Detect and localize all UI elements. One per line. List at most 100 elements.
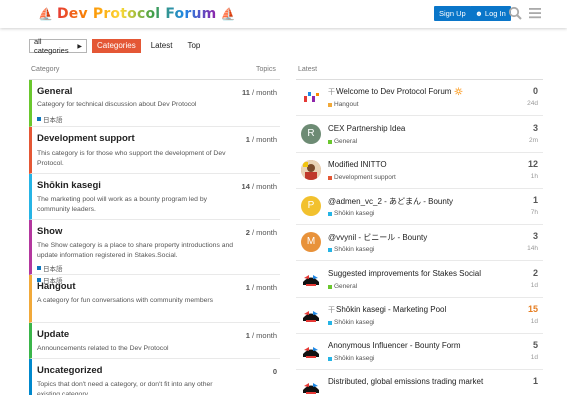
category-topic-count: 1 / month xyxy=(246,135,277,144)
topic-title[interactable]: Anonymous Influencer - Bounty Form xyxy=(328,341,508,350)
tab-top[interactable]: Top xyxy=(182,39,205,53)
topic-category[interactable]: Shōkin kasegi xyxy=(328,246,374,253)
category-row[interactable]: Hangout 1 / month A category for fun conve… xyxy=(29,275,280,323)
user-avatar[interactable] xyxy=(301,305,321,325)
topic-category[interactable]: Hangout xyxy=(328,101,359,108)
tab-categories[interactable]: Categories xyxy=(92,39,141,53)
topic-title[interactable]: Distributed, global emissions trading ma… xyxy=(328,377,508,386)
topic-title[interactable]: @admen_vc_2 - あどまん - Bounty xyxy=(328,196,508,207)
category-name[interactable]: Show xyxy=(37,226,62,237)
subcategory-tag[interactable]: 日本語 xyxy=(37,263,63,273)
tab-latest[interactable]: Latest xyxy=(146,39,178,53)
reply-count[interactable]: 5 xyxy=(533,340,538,350)
reply-count[interactable]: 12 xyxy=(528,159,538,169)
topic-row[interactable]: P @admen_vc_2 - あどまん - Bounty Shōkin kaseg… xyxy=(296,189,543,225)
user-avatar[interactable]: M xyxy=(301,232,321,252)
category-color-square xyxy=(328,211,332,216)
category-name[interactable]: Update xyxy=(37,329,69,340)
last-activity-age[interactable]: 1d xyxy=(531,318,538,325)
topic-title-text: Anonymous Influencer - Bounty Form xyxy=(328,341,461,350)
topic-count-unit: / month xyxy=(251,88,277,97)
category-description: This category is for those who support t… xyxy=(37,150,226,167)
reply-count[interactable]: 1 xyxy=(533,195,538,205)
user-avatar[interactable] xyxy=(301,341,321,361)
category-row[interactable]: Update 1 / month Announcements related to … xyxy=(29,323,280,359)
user-avatar[interactable] xyxy=(301,87,321,107)
category-color-square xyxy=(37,278,41,282)
topic-title[interactable]: CEX Partnership Idea xyxy=(328,124,508,133)
last-activity-age[interactable]: 7h xyxy=(531,209,538,216)
reply-count[interactable]: 2 xyxy=(533,268,538,278)
user-avatar[interactable] xyxy=(301,269,321,289)
last-activity-age[interactable]: 1h xyxy=(531,173,538,180)
latest-column-header: Latest xyxy=(298,66,318,73)
topic-row[interactable]: Anonymous Influencer - Bounty Form Shōkin… xyxy=(296,334,543,370)
category-name[interactable]: Development support xyxy=(37,133,135,144)
topic-category[interactable]: General xyxy=(328,138,357,145)
topic-row[interactable]: 干Welcome to Dev Protocol Forum 🔅 Hangout 0… xyxy=(296,80,543,116)
category-row[interactable]: General 11 / month Category for technical … xyxy=(29,80,280,127)
reply-count[interactable]: 0 xyxy=(533,86,538,96)
subcategory-tag[interactable]: 日本語 xyxy=(37,114,63,124)
topic-category[interactable]: Development support xyxy=(328,174,396,181)
user-avatar[interactable] xyxy=(301,377,321,395)
last-activity-age[interactable]: 1d xyxy=(531,282,538,289)
site-logo[interactable]: ⛵ Dev Protocol Forum ⛵ xyxy=(38,4,235,24)
category-topic-count: 0 xyxy=(273,367,277,376)
topic-row[interactable]: 干Shōkin kasegi - Marketing Pool Shōkin ka… xyxy=(296,298,543,334)
topic-row[interactable]: Distributed, global emissions trading ma… xyxy=(296,370,543,395)
caret-right-icon: ▶ xyxy=(77,43,82,50)
topic-row[interactable]: M @vvynil - ビニール - Bounty Shōkin kasegi 3 14… xyxy=(296,225,543,261)
topic-category[interactable]: Shōkin kasegi xyxy=(328,210,374,217)
subcategory-tag[interactable]: 日本語 xyxy=(37,275,63,285)
user-avatar[interactable]: R xyxy=(301,124,321,144)
category-color-square xyxy=(328,356,332,361)
last-activity-age[interactable]: 2m xyxy=(529,137,538,144)
topic-category-label: Shōkin kasegi xyxy=(334,210,375,217)
topic-category[interactable]: Shōkin kasegi xyxy=(328,355,374,362)
topic-title[interactable]: Suggested improvements for Stakes Social xyxy=(328,269,508,278)
topic-category[interactable]: Shōkin kasegi xyxy=(328,319,374,326)
last-activity-age[interactable]: 14h xyxy=(527,245,538,252)
category-dropdown[interactable]: all categories ▶ xyxy=(29,37,87,55)
category-row[interactable]: Shōkin kasegi 14 / month The marketing poo… xyxy=(29,174,280,220)
category-description: Category for technical discussion about … xyxy=(37,101,197,108)
site-header: ⛵ Dev Protocol Forum ⛵ Sign Up ☻ Log In xyxy=(0,0,567,28)
topic-title[interactable]: Modified INITTO xyxy=(328,160,508,169)
topic-row[interactable]: R CEX Partnership Idea General 3 2m xyxy=(296,117,543,153)
user-avatar[interactable] xyxy=(301,160,321,180)
category-description: The Show category is a place to share pr… xyxy=(37,242,234,259)
category-row[interactable]: Development support 1 / month This categor… xyxy=(29,127,280,174)
user-avatar[interactable]: P xyxy=(301,196,321,216)
log-in-button[interactable]: ☻ Log In xyxy=(470,6,511,21)
topic-title-text: Modified INITTO xyxy=(328,160,387,169)
category-dropdown-label: all categories xyxy=(34,37,69,55)
topic-title[interactable]: @vvynil - ビニール - Bounty xyxy=(328,232,508,243)
category-name[interactable]: General xyxy=(37,86,72,97)
reply-count[interactable]: 3 xyxy=(533,123,538,133)
last-activity-age[interactable]: 24d xyxy=(527,100,538,107)
hamburger-menu-icon[interactable] xyxy=(528,6,542,20)
category-color-square xyxy=(328,175,332,180)
last-activity-age[interactable]: 1d xyxy=(531,354,538,361)
category-name[interactable]: Uncategorized xyxy=(37,365,102,376)
sun-icon: 🔅 xyxy=(453,87,464,96)
reply-count[interactable]: 3 xyxy=(533,231,538,241)
reply-count[interactable]: 15 xyxy=(528,304,538,314)
topic-row[interactable]: Modified INITTO Development support 12 1h xyxy=(296,153,543,189)
category-name[interactable]: Shōkin kasegi xyxy=(37,180,101,191)
category-description: The marketing pool will work as a bounty… xyxy=(37,196,208,213)
topic-count-value: 11 xyxy=(241,88,250,97)
topic-category-label: Development support xyxy=(334,174,396,181)
search-icon[interactable] xyxy=(508,6,522,20)
category-description: Topics that don't need a category, or do… xyxy=(37,381,213,395)
topic-title[interactable]: 干Welcome to Dev Protocol Forum 🔅 xyxy=(328,87,508,97)
category-row[interactable]: Show 2 / month The Show category is a plac… xyxy=(29,220,280,275)
category-row[interactable]: Uncategorized 0 Topics that don't need a … xyxy=(29,359,280,395)
reply-count[interactable]: 1 xyxy=(533,376,538,386)
topic-title[interactable]: 干Shōkin kasegi - Marketing Pool xyxy=(328,305,508,315)
topic-category[interactable]: General xyxy=(328,283,357,290)
topic-row[interactable]: Suggested improvements for Stakes Social… xyxy=(296,262,543,298)
sign-up-button[interactable]: Sign Up xyxy=(434,6,471,21)
topic-title-text: Welcome to Dev Protocol Forum xyxy=(336,87,452,96)
